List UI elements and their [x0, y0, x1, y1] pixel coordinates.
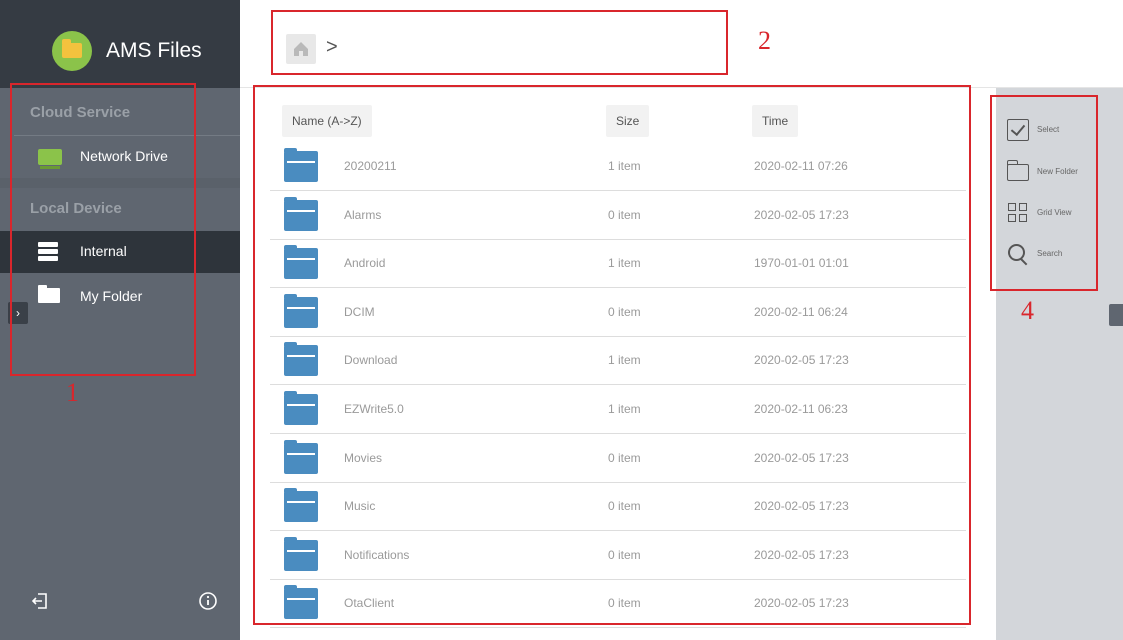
annotation-number-actions: 4 — [1021, 296, 1034, 325]
ams-files-logo-icon — [52, 31, 92, 71]
sidebar-header: AMS Files — [0, 0, 240, 88]
app-title: AMS Files — [106, 39, 202, 62]
exit-icon[interactable] — [28, 591, 52, 615]
annotation-number-sidebar: 1 — [66, 378, 79, 407]
info-icon[interactable] — [196, 591, 220, 615]
annotation-number-breadcrumb: 2 — [758, 26, 771, 55]
annotation-box-breadcrumb — [271, 10, 728, 75]
panel-collapse-tab[interactable] — [1109, 304, 1123, 326]
annotation-box-file-list — [253, 85, 971, 625]
annotation-box-sidebar — [10, 83, 196, 376]
annotation-box-actions — [990, 95, 1098, 291]
